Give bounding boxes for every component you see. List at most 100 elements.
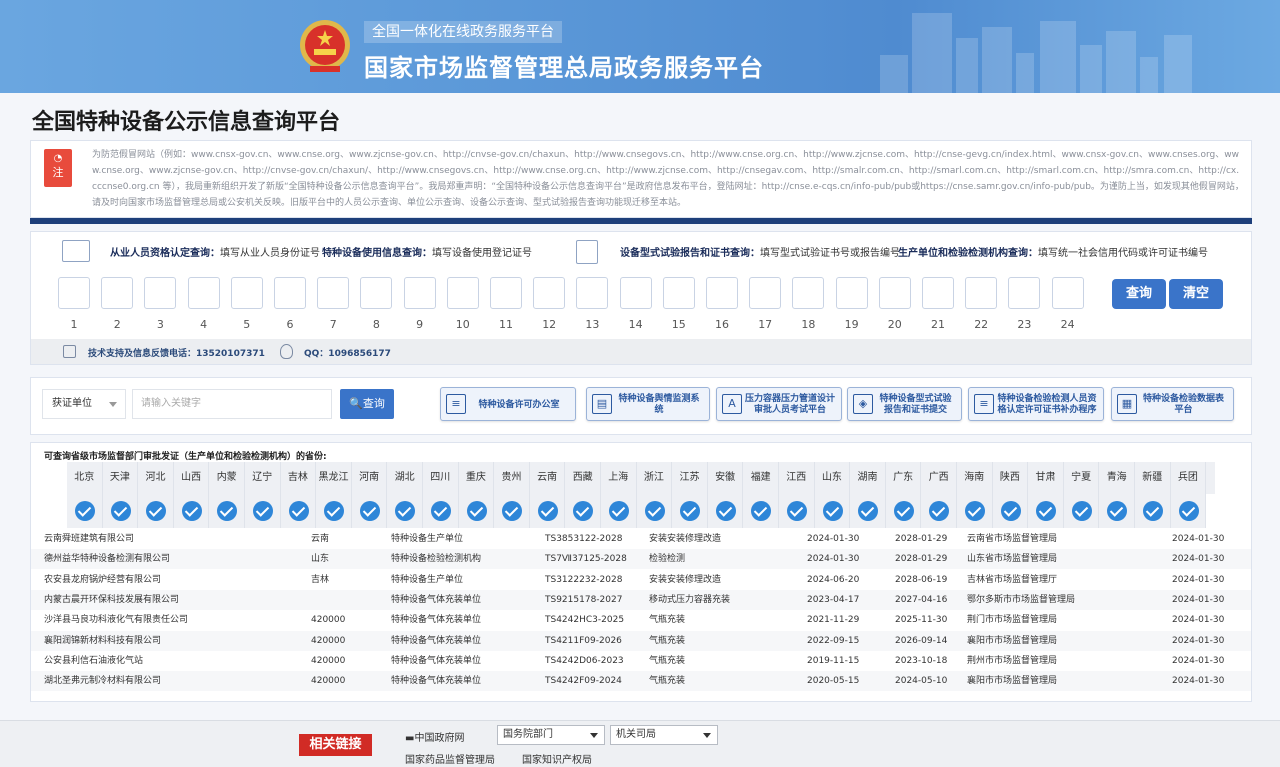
table-row[interactable]: 云南舜班建筑有限公司 云南 特种设备生产单位 TS3853122-2028 安装安装修理… bbox=[31, 529, 1251, 549]
cell-end: 2024-05-10 bbox=[895, 676, 948, 687]
table-row[interactable]: 湖北圣弗元制冷材料有限公司 420000 特种设备气体充装单位 TS4242F09-2… bbox=[31, 671, 1251, 692]
cube-icon: ◈ bbox=[853, 394, 873, 414]
province-check[interactable] bbox=[743, 494, 779, 528]
digit-input-box[interactable] bbox=[58, 277, 90, 309]
province-check[interactable] bbox=[245, 494, 281, 528]
province-check[interactable] bbox=[138, 494, 174, 528]
province-check[interactable] bbox=[458, 494, 495, 528]
digit-input-box[interactable] bbox=[749, 277, 782, 309]
quick-link-inspection-data[interactable]: ▦ 特种设备检验数据表平台 bbox=[1111, 387, 1234, 421]
digit-position-label: 11 bbox=[499, 318, 513, 331]
digit-input-box[interactable] bbox=[490, 277, 522, 309]
filter-search-button[interactable]: 🔍查询 bbox=[340, 389, 394, 419]
province-check[interactable] bbox=[67, 494, 103, 528]
digit-input-box[interactable] bbox=[533, 277, 566, 309]
province-check[interactable] bbox=[957, 494, 993, 528]
digit-input-box[interactable] bbox=[446, 277, 479, 309]
digit-input-box[interactable] bbox=[230, 277, 263, 309]
digit-input-box[interactable] bbox=[965, 277, 998, 309]
province-check[interactable] bbox=[102, 494, 139, 528]
digit-input-box[interactable] bbox=[144, 277, 177, 309]
check-circle-icon bbox=[502, 501, 523, 521]
province-label: 海南 bbox=[957, 462, 993, 494]
province-check[interactable] bbox=[387, 494, 423, 528]
province-label: 贵州 bbox=[494, 462, 530, 494]
gov-link[interactable]: ▬中国政府网 bbox=[405, 729, 464, 744]
province-check[interactable] bbox=[173, 494, 210, 528]
digit-input-box[interactable] bbox=[619, 277, 652, 309]
province-check[interactable] bbox=[1063, 494, 1100, 528]
digit-input-box[interactable] bbox=[792, 277, 825, 309]
province-check[interactable] bbox=[921, 494, 957, 528]
province-check[interactable] bbox=[992, 494, 1029, 528]
province-check[interactable] bbox=[1028, 494, 1064, 528]
digit-input-box[interactable] bbox=[835, 277, 868, 309]
digit-input-box[interactable] bbox=[187, 277, 220, 309]
province-check[interactable] bbox=[351, 494, 388, 528]
digit-input-box[interactable] bbox=[878, 277, 911, 309]
province-check[interactable] bbox=[316, 494, 352, 528]
notice-badge: ◔ 注 bbox=[44, 149, 72, 187]
digit-input-box[interactable] bbox=[274, 277, 306, 309]
province-check[interactable] bbox=[885, 494, 922, 528]
province-check[interactable] bbox=[601, 494, 637, 528]
unit-type-select[interactable]: 获证单位 bbox=[42, 389, 126, 419]
megaphone-icon: ◔ bbox=[53, 153, 63, 164]
cell-authority: 荆门市市场监督管理局 bbox=[967, 615, 1058, 626]
cell-date: 2024-01-30 bbox=[1172, 655, 1225, 666]
province-check[interactable] bbox=[779, 494, 815, 528]
quick-link-license-office[interactable]: ≡ 特种设备许可办公室 bbox=[440, 387, 576, 421]
table-row[interactable]: 襄阳润锦新材料科技有限公司 420000 特种设备气体充装单位 TS4211F09-2… bbox=[31, 630, 1251, 651]
province-check[interactable] bbox=[636, 494, 673, 528]
province-check[interactable] bbox=[1135, 494, 1171, 528]
cell-type: 特种设备气体充装单位 bbox=[391, 594, 482, 605]
province-check[interactable] bbox=[814, 494, 851, 528]
province-label: 云南 bbox=[530, 462, 566, 494]
province-check[interactable] bbox=[529, 494, 566, 528]
digit-input-box[interactable] bbox=[403, 277, 436, 309]
digit-input-box[interactable] bbox=[1051, 277, 1084, 309]
cell-type: 特种设备气体充装单位 bbox=[391, 635, 482, 646]
quick-link-sentiment-monitor[interactable]: ▤ 特种设备舆情监测系统 bbox=[586, 387, 710, 421]
cell-region: 420000 bbox=[311, 676, 346, 687]
digit-input-box[interactable] bbox=[317, 277, 350, 309]
digit-input-box[interactable] bbox=[576, 277, 609, 309]
table-row[interactable]: 公安县利信石油液化气站 420000 特种设备气体充装单位 TS4242D06-202… bbox=[31, 650, 1251, 671]
digit-position-label: 21 bbox=[931, 318, 945, 331]
province-check[interactable] bbox=[494, 494, 530, 528]
quick-link-exam-platform[interactable]: A 压力容器压力管道设计审批人员考试平台 bbox=[716, 387, 842, 421]
province-check[interactable] bbox=[707, 494, 744, 528]
table-row[interactable]: 农安县龙府锅炉经营有限公司 吉林 特种设备生产单位 TS3122232-2028 安装安… bbox=[31, 569, 1251, 590]
state-council-select[interactable]: 国务院部门 bbox=[497, 725, 605, 745]
digit-position-label: 12 bbox=[542, 318, 557, 331]
province-check[interactable] bbox=[280, 494, 317, 528]
query-button[interactable]: 查询 bbox=[1112, 279, 1166, 309]
table-row[interactable]: 沙洋县马良功科液化气有限责任公司 420000 特种设备气体充装单位 TS4242HC… bbox=[31, 610, 1251, 631]
agency-select[interactable]: 机关司局 bbox=[610, 725, 718, 745]
province-check[interactable] bbox=[423, 494, 459, 528]
cell-name: 襄阳润锦新材料科技有限公司 bbox=[44, 635, 162, 646]
province-check[interactable] bbox=[1099, 494, 1135, 528]
cell-start: 2021-11-29 bbox=[807, 615, 860, 626]
digit-input-box[interactable] bbox=[101, 277, 134, 309]
table-row[interactable]: 德州益华特种设备检测有限公司 山东 特种设备检验检测机构 TS7Ⅶ37125-2028… bbox=[31, 549, 1251, 570]
quick-link-certificate-reissue[interactable]: ≡ 特种设备检验检测人员资格认定许可证书补办程序 bbox=[968, 387, 1104, 421]
province-check[interactable] bbox=[209, 494, 245, 528]
province-check[interactable] bbox=[672, 494, 708, 528]
province-check[interactable] bbox=[850, 494, 886, 528]
province-check[interactable] bbox=[565, 494, 601, 528]
digit-input-box[interactable] bbox=[662, 277, 695, 309]
footer-link-cnipa[interactable]: 国家知识产权局 bbox=[522, 751, 592, 766]
cell-name: 公安县利信石油液化气站 bbox=[44, 655, 144, 666]
digit-input-box[interactable] bbox=[1008, 277, 1041, 309]
quick-link-type-test-submit[interactable]: ◈ 特种设备型式试验报告和证书提交 bbox=[847, 387, 962, 421]
digit-input-box[interactable] bbox=[922, 277, 954, 309]
clear-button[interactable]: 清空 bbox=[1169, 279, 1223, 309]
province-check[interactable] bbox=[1170, 494, 1207, 528]
keyword-input[interactable]: 请输入关键字 bbox=[132, 389, 332, 419]
province-list-title: 可查询省级市场监督部门审批发证（生产单位和检验检测机构）的省份: bbox=[44, 452, 327, 462]
footer-link-nmpa[interactable]: 国家药品监督管理局 bbox=[405, 751, 495, 766]
digit-input-box[interactable] bbox=[360, 277, 393, 309]
digit-input-box[interactable] bbox=[706, 277, 738, 309]
table-row[interactable]: 内蒙古晨开环保科技发展有限公司 特种设备气体充装单位 TS9215178-2027 移… bbox=[31, 589, 1251, 610]
